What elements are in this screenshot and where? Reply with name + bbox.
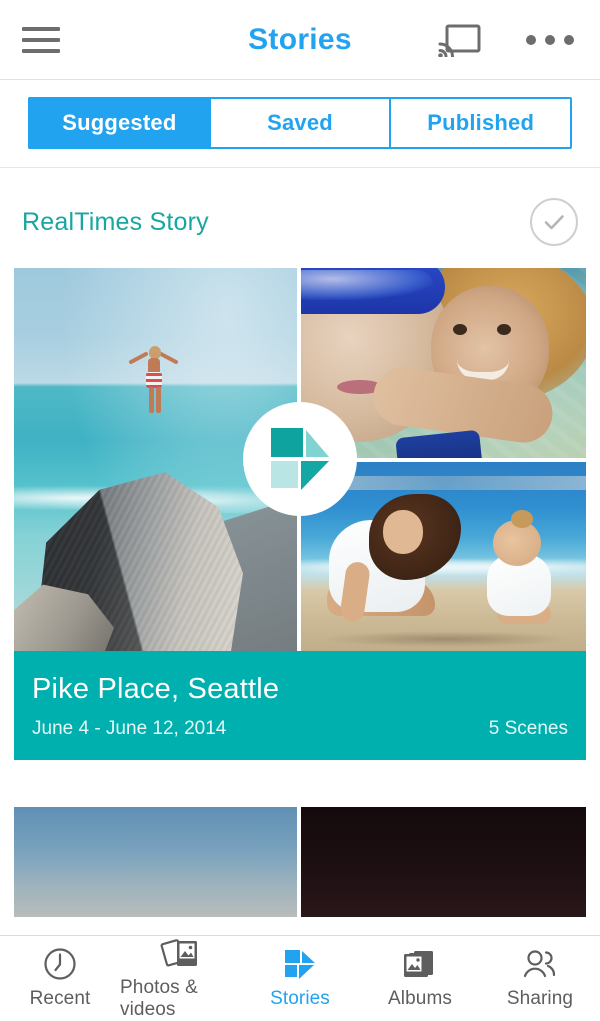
swim-goggles xyxy=(301,268,445,314)
story-date-range: June 4 - June 12, 2014 xyxy=(32,718,227,739)
nav-label-stories: Stories xyxy=(270,988,330,1009)
story-card[interactable]: Pike Place, Seattle June 4 - June 12, 20… xyxy=(14,268,586,760)
play-button[interactable] xyxy=(243,402,357,516)
overflow-dot xyxy=(526,34,536,45)
hamburger-bar xyxy=(22,37,60,42)
girl-leg-left xyxy=(149,387,154,413)
girl-arm-left xyxy=(128,351,149,365)
nav-label-photos-videos: Photos & videos xyxy=(120,977,198,1020)
checkmark-icon xyxy=(544,215,564,230)
nav-item-recent[interactable]: Recent xyxy=(0,936,120,1021)
girl-leg-right xyxy=(156,387,161,413)
overflow-dot xyxy=(545,34,555,45)
photo-sand-shadow xyxy=(321,631,571,647)
bottom-navigation: Recent Photos & videos Stories Albums Sh… xyxy=(0,935,600,1021)
child-eye-left xyxy=(453,324,467,335)
clock-icon xyxy=(43,947,77,981)
hamburger-menu-icon[interactable] xyxy=(22,18,66,62)
tab-published[interactable]: Published xyxy=(390,97,572,149)
nav-label-recent: Recent xyxy=(29,988,91,1009)
check-circle-icon[interactable] xyxy=(530,198,578,246)
tab-suggested[interactable]: Suggested xyxy=(28,97,210,149)
story-meta: June 4 - June 12, 2014 5 Scenes xyxy=(32,718,568,740)
story-section-header: RealTimes Story xyxy=(0,168,600,268)
photo-stack-icon xyxy=(160,936,200,970)
albums-icon xyxy=(401,947,439,981)
child-eye-right xyxy=(497,324,511,335)
tab-bar: Suggested Saved Published xyxy=(0,80,600,168)
hamburger-bar xyxy=(22,26,60,31)
toddler-hair-bun xyxy=(511,509,533,528)
nav-item-sharing[interactable]: Sharing xyxy=(480,936,600,1021)
app-bar: Stories xyxy=(0,0,600,80)
nav-item-stories[interactable]: Stories xyxy=(240,936,360,1021)
play-triangle-icon xyxy=(271,428,329,490)
hamburger-bar xyxy=(22,48,60,53)
mother-face xyxy=(383,509,423,554)
overflow-dot xyxy=(564,34,574,45)
girl-arm-right xyxy=(158,351,179,365)
nav-label-albums: Albums xyxy=(388,988,452,1009)
people-icon xyxy=(521,947,559,981)
cast-icon[interactable] xyxy=(438,23,482,57)
story-scene-count: 5 Scenes xyxy=(488,718,568,739)
photo-girl-figure xyxy=(128,342,179,422)
overflow-menu-icon[interactable] xyxy=(522,25,578,55)
tab-saved[interactable]: Saved xyxy=(209,97,391,149)
photo-dark-night-scene xyxy=(301,807,586,917)
story-caption: Pike Place, Seattle June 4 - June 12, 20… xyxy=(14,651,586,760)
nav-item-photos-videos[interactable]: Photos & videos xyxy=(120,936,240,1021)
app-bar-actions xyxy=(438,23,578,57)
nav-item-albums[interactable]: Albums xyxy=(360,936,480,1021)
girl-swimsuit xyxy=(146,372,162,388)
next-story-card[interactable] xyxy=(14,807,586,917)
stories-play-icon xyxy=(283,947,317,981)
nav-label-sharing: Sharing xyxy=(506,988,574,1009)
segmented-control: Suggested Saved Published xyxy=(28,97,572,149)
story-title: Pike Place, Seattle xyxy=(32,673,280,705)
story-section-title: RealTimes Story xyxy=(22,207,209,236)
photo-blue-sky-gradient xyxy=(14,807,297,917)
